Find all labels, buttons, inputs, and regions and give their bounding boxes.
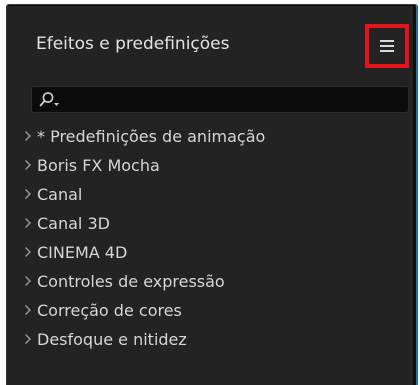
search-input[interactable] — [68, 89, 402, 112]
chevron-right-icon[interactable] — [23, 130, 33, 142]
panel-title: Efeitos e predefinições — [36, 34, 230, 54]
chevron-right-icon[interactable] — [23, 246, 33, 258]
category-label: CINEMA 4D — [37, 243, 128, 262]
category-item[interactable]: * Predefinições de animação — [7, 122, 413, 151]
chevron-right-icon[interactable] — [23, 188, 33, 200]
category-label: * Predefinições de animação — [37, 127, 266, 146]
category-label: Canal 3D — [37, 214, 110, 233]
category-item[interactable]: Canal 3D — [7, 209, 413, 238]
category-item[interactable]: Controles de expressão — [7, 267, 413, 296]
chevron-right-icon[interactable] — [23, 217, 33, 229]
category-label: Controles de expressão — [37, 272, 225, 291]
category-item[interactable]: CINEMA 4D — [7, 238, 413, 267]
category-label: Canal — [37, 185, 83, 204]
hamburger-menu-icon — [380, 39, 394, 53]
chevron-right-icon[interactable] — [23, 333, 33, 345]
category-item[interactable]: Boris FX Mocha — [7, 151, 413, 180]
chevron-right-icon[interactable] — [23, 275, 33, 287]
panel-menu-button[interactable] — [365, 24, 409, 68]
chevron-right-icon[interactable] — [23, 159, 33, 171]
category-label: Desfoque e nitidez — [37, 330, 187, 349]
panel-header: Efeitos e predefinições — [7, 6, 413, 78]
search-field[interactable] — [31, 86, 409, 113]
effects-category-list: * Predefinições de animação Boris FX Moch… — [7, 122, 413, 354]
category-label: Correção de cores — [37, 301, 182, 320]
effects-and-presets-panel: Efeitos e predefinições * Predefinições … — [7, 6, 413, 385]
category-item[interactable]: Canal — [7, 180, 413, 209]
search-icon[interactable] — [39, 91, 61, 109]
chevron-right-icon[interactable] — [23, 304, 33, 316]
category-item[interactable]: Correção de cores — [7, 296, 413, 325]
category-label: Boris FX Mocha — [37, 156, 160, 175]
category-item[interactable]: Desfoque e nitidez — [7, 325, 413, 354]
